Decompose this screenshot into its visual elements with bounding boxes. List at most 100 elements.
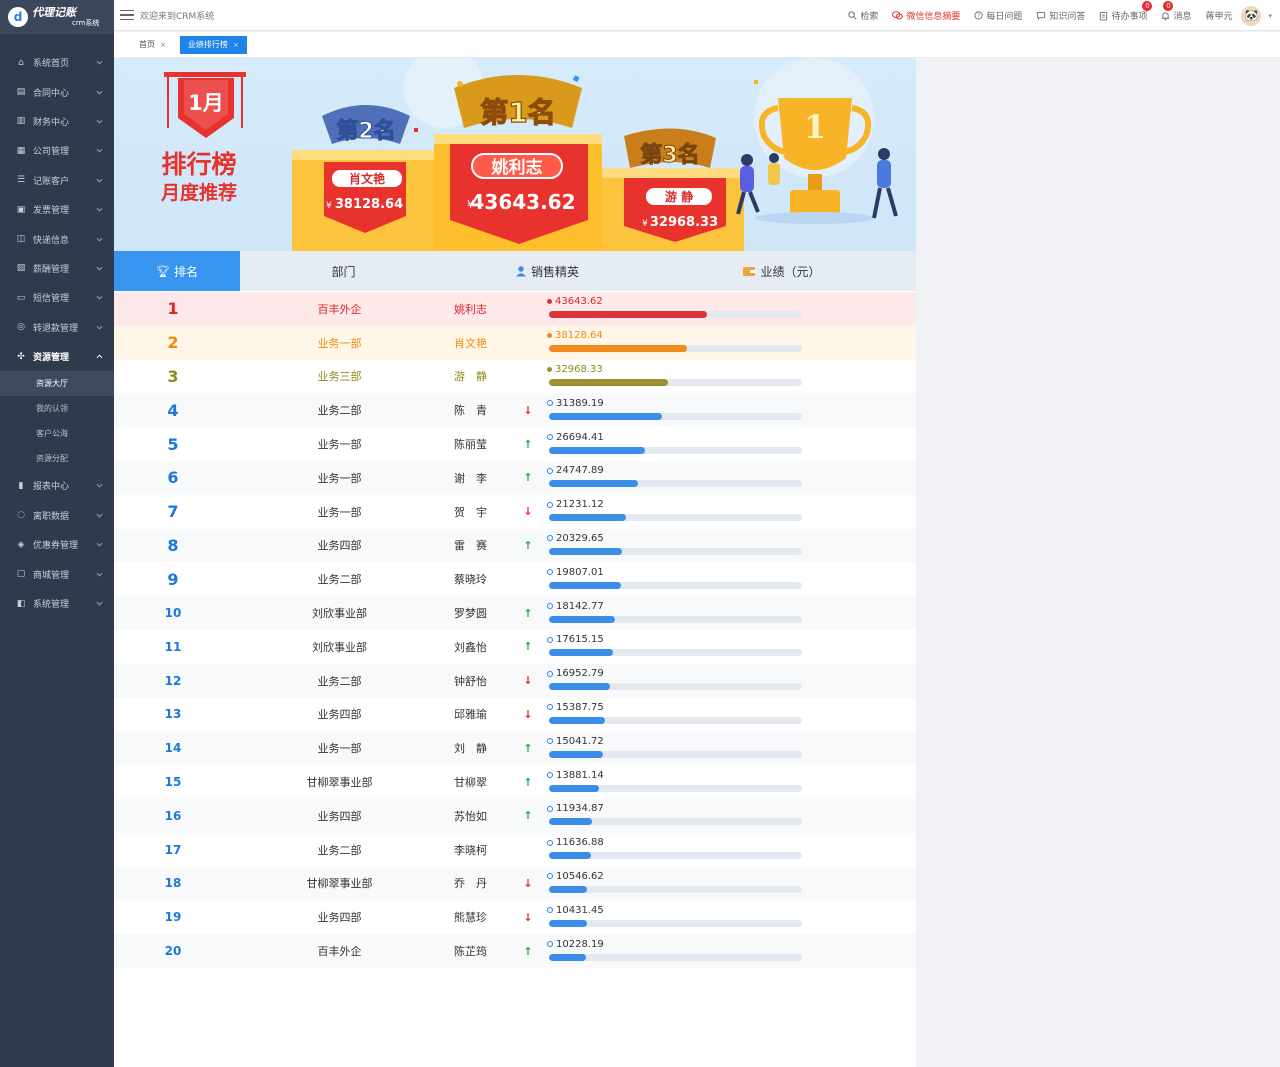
performance-bar: [549, 412, 663, 420]
value-dot-icon: [547, 873, 553, 880]
rank-number: 4: [167, 400, 179, 420]
tab-home-label: 首页: [139, 40, 155, 49]
close-icon[interactable]: ×: [233, 41, 239, 49]
performance-bar: [549, 615, 615, 623]
trend-up-icon: ↑: [523, 809, 533, 823]
todo-button[interactable]: 待办事项 0: [1099, 1, 1153, 22]
performance-bar-track: [549, 378, 802, 386]
sidebar-item-sms[interactable]: ▭ 短信管理: [0, 283, 114, 312]
sidebar-item-contract[interactable]: ▤ 合同中心: [0, 77, 114, 106]
app-logo[interactable]: d 代理记账 crm系统: [0, 0, 114, 34]
sidebar-item-label: 公司管理: [33, 147, 70, 158]
customer-icon: ☰: [16, 175, 26, 186]
table-row[interactable]: 12 业务二部 钟舒怡 ↓ 16952.79: [114, 663, 916, 698]
table-row[interactable]: 17 业务二部 李晓柯 11636.88: [114, 833, 916, 867]
sidebar-item-coupon[interactable]: ◈ 优惠券管理: [0, 530, 114, 559]
sidebar-item-resign[interactable]: ◌ 离职数据: [0, 501, 114, 530]
table-row[interactable]: 5 业务一部 陈丽莹 ↑ 26694.41: [114, 427, 916, 461]
performance-value: 20329.65: [556, 532, 604, 544]
rank-number: 5: [167, 434, 179, 454]
performance-bar: [549, 784, 600, 792]
table-row[interactable]: 2 业务一部 肖文艳 38128.64: [114, 325, 916, 360]
sidebar-item-refund[interactable]: ◎ 转退款管理: [0, 313, 114, 342]
sidebar-item-report[interactable]: ▮ 报表中心: [0, 471, 114, 500]
avatar: 🐼: [1241, 5, 1262, 26]
trend-up-icon: ↑: [523, 471, 533, 485]
table-row[interactable]: 3 业务三部 游 静 32968.33: [114, 360, 916, 394]
message-button[interactable]: 消息 0: [1161, 1, 1191, 22]
header-sales[interactable]: 销售精英: [447, 251, 647, 291]
banner-subtitle: 月度推荐: [160, 181, 237, 204]
sidebar-item-mall[interactable]: ▢ 商城管理: [0, 559, 114, 588]
tab-ranking[interactable]: 业绩排行榜 ×: [179, 35, 247, 54]
dept-name: 业务一部: [317, 471, 362, 485]
sidebar-nav: ⌂ 系统首页 ▤ 合同中心 ▥ 财务中心 ▦ 公司管理 ☰ 记账客户 ▣ 发票管理 ◫ 快递信息 ▨ 薪酬管理…: [0, 48, 114, 618]
knowledge-button[interactable]: 知识问答: [1036, 9, 1085, 22]
performance-bar-track: [549, 412, 802, 420]
table-row[interactable]: 10 刘欣事业部 罗梦圆 ↑ 18142.77: [114, 596, 916, 630]
sidebar-subitem[interactable]: 客户公海: [0, 421, 114, 446]
performance-cell: 19807.01: [539, 563, 802, 596]
table-row[interactable]: 9 业务二部 蔡晓玲 19807.01: [114, 562, 916, 596]
trend-down-icon: ↓: [523, 403, 533, 417]
sidebar-item-customer[interactable]: ☰ 记账客户: [0, 166, 114, 195]
sidebar-item-invoice[interactable]: ▣ 发票管理: [0, 195, 114, 224]
table-row[interactable]: 1 百丰外企 姚利志 43643.62: [114, 292, 916, 326]
podium-second: 第2名 肖文艳 ¥ 38128.64: [292, 105, 436, 251]
performance-bar-track: [549, 581, 802, 589]
sidebar-item-salary[interactable]: ▨ 薪酬管理: [0, 254, 114, 283]
value-dot-icon: [547, 704, 553, 711]
performance-value: 43643.62: [555, 296, 603, 308]
table-row[interactable]: 8 业务四部 雷 赛 ↑ 20329.65: [114, 528, 916, 563]
daily-label: 每日问题: [986, 12, 1023, 22]
sidebar-item-resource[interactable]: ✣ 资源管理: [0, 342, 114, 371]
wechat-summary-button[interactable]: 微信信息摘要: [892, 9, 960, 22]
performance-bar-track: [549, 345, 802, 353]
sidebar-subitem[interactable]: 我的认领: [0, 396, 114, 421]
search-button[interactable]: 检索: [848, 9, 878, 22]
table-row[interactable]: 7 业务一部 贺 宇 ↓ 21231.12: [114, 495, 916, 529]
table-row[interactable]: 16 业务四部 苏怡如 ↑ 11934.87: [114, 798, 916, 833]
header-perf[interactable]: 业绩（元）: [647, 251, 916, 291]
performance-bar: [549, 547, 623, 555]
tab-bar: 首页 × 业绩排行榜 ×: [114, 32, 1280, 58]
value-dot-icon: [547, 400, 553, 407]
table-row[interactable]: 20 百丰外企 陈芷筠 ↑ 10228.19: [114, 934, 916, 968]
logo-text: 代理记账: [32, 6, 76, 19]
sidebar-subitem[interactable]: 资源大厅: [0, 371, 114, 397]
table-row[interactable]: 6 业务一部 谢 李 ↑ 24747.89: [114, 460, 916, 495]
sidebar-subitem[interactable]: 资源分配: [0, 446, 114, 471]
header-dept[interactable]: 部门: [240, 251, 447, 291]
user-menu[interactable]: 蒋甲元 🐼 ▾: [1205, 5, 1272, 26]
menu-toggle-icon[interactable]: [120, 8, 134, 22]
table-row[interactable]: 14 业务一部 刘 静 ↑ 15041.72: [114, 731, 916, 766]
daily-question-button[interactable]: ? 每日问题: [974, 9, 1022, 22]
sidebar-item-express[interactable]: ◫ 快递信息: [0, 224, 114, 253]
sales-name: 甘柳翠: [454, 776, 487, 790]
sidebar-item-company[interactable]: ▦ 公司管理: [0, 136, 114, 165]
trend-up-icon: ↑: [523, 640, 533, 654]
performance-bar-track: [549, 852, 802, 860]
table-row[interactable]: 4 业务二部 陈 青 ↓ 31389.19: [114, 393, 916, 428]
performance-cell: 26694.41: [539, 428, 802, 461]
sidebar-item-settings[interactable]: ◧ 系统管理: [0, 589, 114, 618]
value-dot-icon: [547, 333, 552, 339]
tab-home[interactable]: 首页 ×: [131, 35, 174, 54]
table-row[interactable]: 18 甘柳翠事业部 乔 丹 ↓ 10546.62: [114, 866, 916, 901]
header-rank[interactable]: 🏆︎ 排名: [114, 251, 240, 291]
close-icon[interactable]: ×: [160, 41, 166, 49]
performance-bar: [549, 480, 639, 488]
performance-bar-track: [549, 919, 802, 927]
table-row[interactable]: 13 业务四部 邱雅瑜 ↓ 15387.75: [114, 698, 916, 732]
performance-cell: 38128.64: [539, 326, 802, 359]
rank-number: 3: [167, 366, 179, 386]
sidebar-item-home[interactable]: ⌂ 系统首页: [0, 48, 114, 77]
table-row[interactable]: 15 甘柳翠事业部 甘柳翠 ↑ 13881.14: [114, 765, 916, 799]
table-row[interactable]: 19 业务四部 熊慧珍 ↓ 10431.45: [114, 900, 916, 934]
sales-name: 肖文艳: [454, 336, 487, 350]
table-row[interactable]: 11 刘欣事业部 刘鑫怡 ↑ 17615.15: [114, 630, 916, 664]
dept-name: 甘柳翠事业部: [306, 877, 373, 891]
trend-up-icon: ↑: [523, 775, 533, 789]
performance-bar-track: [549, 716, 802, 724]
sidebar-item-finance[interactable]: ▥ 财务中心: [0, 107, 114, 136]
